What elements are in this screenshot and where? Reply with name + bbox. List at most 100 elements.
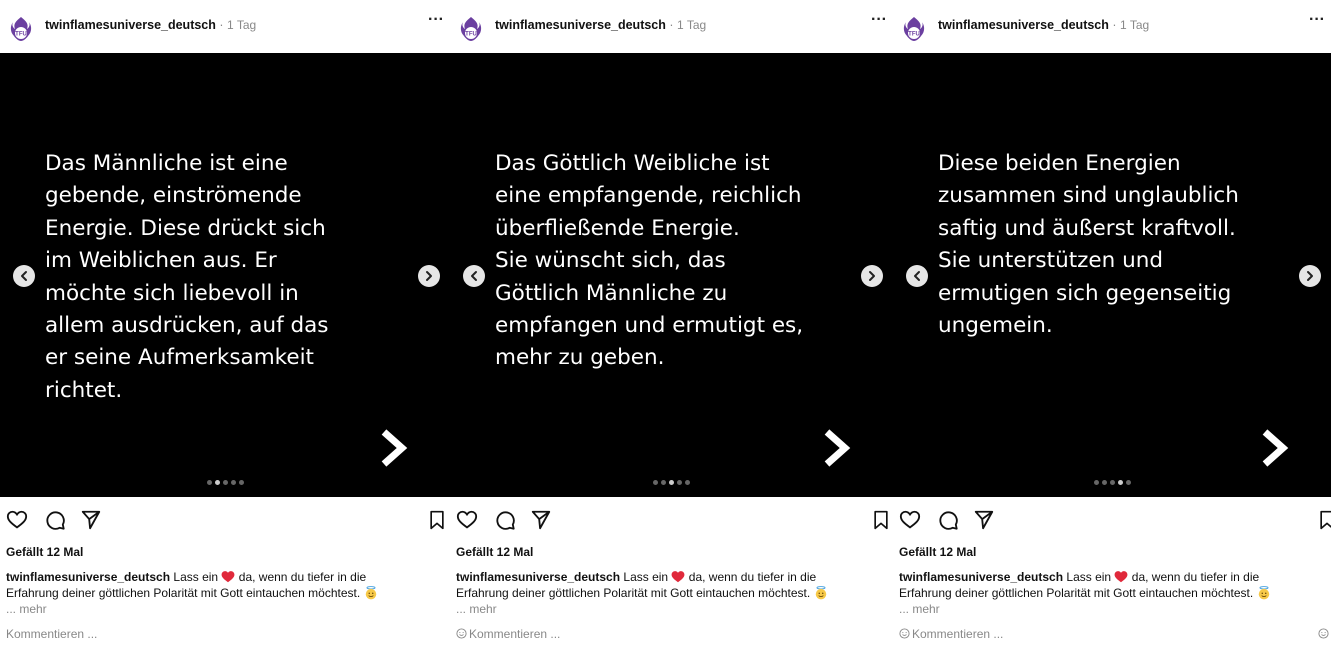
heart-outline-icon[interactable] — [6, 509, 28, 531]
avatar-icon[interactable]: TFU — [7, 15, 35, 43]
next-arrow-icon — [381, 429, 408, 467]
halo-smiley-icon — [365, 586, 376, 600]
action-bar — [450, 507, 893, 533]
next-arrow-icon — [824, 429, 851, 467]
comment-input[interactable]: Kommentieren ... — [456, 627, 560, 641]
carousel-dot — [1117, 480, 1123, 485]
svg-text:TFU: TFU — [465, 32, 477, 38]
heart-outline-icon[interactable] — [899, 509, 921, 531]
slide-text: Das Männliche ist eine gebende, einström… — [45, 151, 329, 403]
caption: twinflamesuniverse_deutsch Lass ein da, … — [6, 569, 416, 617]
separator: · — [219, 18, 224, 32]
bookmark-icon[interactable] — [1317, 509, 1331, 531]
separator: · — [669, 18, 674, 32]
smiley-icon[interactable] — [456, 628, 467, 639]
comment-placeholder: Kommentieren ... — [469, 627, 561, 641]
carousel-dot — [653, 480, 658, 485]
carousel-dots — [450, 480, 893, 485]
carousel-dot — [230, 480, 236, 485]
more-options-icon[interactable]: ··· — [428, 12, 444, 28]
chevron-right-icon[interactable] — [861, 265, 883, 287]
caption-username[interactable]: twinflamesuniverse_deutsch — [456, 570, 620, 584]
comment-placeholder: Kommentieren ... — [912, 627, 1004, 641]
post-2: TFU twinflamesuniverse_deutsch · 1 Tag ···… — [450, 0, 893, 648]
smiley-icon[interactable] — [899, 628, 910, 639]
bookmark-icon[interactable] — [427, 509, 447, 531]
carousel-dot — [1093, 480, 1099, 485]
chevron-right-icon[interactable] — [418, 265, 440, 287]
carousel-dot — [1125, 480, 1131, 485]
username-link[interactable]: twinflamesuniverse_deutsch — [938, 18, 1109, 32]
halo-smiley-icon — [815, 586, 826, 600]
carousel-dot — [685, 480, 690, 485]
more-link[interactable]: ... mehr — [6, 602, 47, 616]
post-header: TFU twinflamesuniverse_deutsch · 1 Tag ··· — [0, 0, 450, 53]
feed-screenshot: TFU twinflamesuniverse_deutsch · 1 Tag ···… — [0, 0, 1331, 648]
action-bar — [0, 507, 450, 533]
slide-text: Diese beiden Energien zusammen sind ungl… — [938, 151, 1239, 339]
halo-smiley-icon — [1258, 586, 1269, 600]
carousel-dot — [669, 480, 674, 485]
chevron-left-icon[interactable] — [906, 265, 928, 287]
carousel-dot — [206, 480, 212, 485]
bookmark-icon[interactable] — [871, 509, 891, 531]
post-username-line: twinflamesuniverse_deutsch · 1 Tag — [495, 18, 706, 32]
carousel-dot — [1101, 480, 1107, 485]
comment-input[interactable]: Kommentieren ... — [6, 627, 97, 641]
heart-emoji-icon — [1115, 571, 1128, 583]
username-link[interactable]: twinflamesuniverse_deutsch — [495, 18, 666, 32]
more-link[interactable]: ... mehr — [456, 602, 497, 616]
comment-icon[interactable] — [494, 509, 516, 531]
post-username-line: twinflamesuniverse_deutsch · 1 Tag — [938, 18, 1149, 32]
likes-count[interactable]: Gefällt 12 Mal — [6, 545, 83, 559]
separator: · — [1112, 18, 1117, 32]
carousel-dots — [0, 480, 450, 485]
post-3: TFU twinflamesuniverse_deutsch · 1 Tag ···… — [893, 0, 1331, 648]
carousel-dot — [238, 480, 244, 485]
caption-text-start: Lass ein — [1063, 570, 1115, 584]
caption-text-start: Lass ein — [620, 570, 672, 584]
carousel-dot — [222, 480, 228, 485]
carousel-slide: Das Männliche ist eine gebende, einström… — [0, 53, 450, 497]
chevron-left-icon[interactable] — [463, 265, 485, 287]
next-arrow-icon — [1262, 429, 1289, 467]
caption-username[interactable]: twinflamesuniverse_deutsch — [6, 570, 170, 584]
paper-plane-icon[interactable] — [530, 509, 552, 531]
svg-text:TFU: TFU — [908, 32, 920, 38]
heart-emoji-icon — [672, 571, 685, 583]
caption-text-start: Lass ein — [170, 570, 222, 584]
avatar-icon[interactable]: TFU — [900, 15, 928, 43]
chevron-right-icon[interactable] — [1299, 265, 1321, 287]
comment-input[interactable]: Kommentieren ... — [899, 627, 1003, 641]
svg-text:TFU: TFU — [15, 32, 27, 38]
post-header: TFU twinflamesuniverse_deutsch · 1 Tag ··· — [893, 0, 1331, 53]
carousel-dot — [214, 480, 220, 485]
action-bar — [893, 507, 1331, 533]
avatar-icon[interactable]: TFU — [457, 15, 485, 43]
more-options-icon[interactable]: ··· — [871, 12, 887, 28]
caption-username[interactable]: twinflamesuniverse_deutsch — [899, 570, 1063, 584]
likes-count[interactable]: Gefällt 12 Mal — [899, 545, 976, 559]
chevron-left-icon[interactable] — [13, 265, 35, 287]
smiley-icon[interactable] — [1318, 628, 1329, 639]
post-time: 1 Tag — [1120, 18, 1150, 32]
carousel-slide: Diese beiden Energien zusammen sind ungl… — [893, 53, 1331, 497]
paper-plane-icon[interactable] — [973, 509, 995, 531]
caption: twinflamesuniverse_deutsch Lass ein da, … — [899, 569, 1309, 617]
more-link[interactable]: ... mehr — [899, 602, 940, 616]
likes-count[interactable]: Gefällt 12 Mal — [456, 545, 533, 559]
carousel-slide: Das Göttlich Weibliche ist eine empfange… — [450, 53, 893, 497]
slide-text: Das Göttlich Weibliche ist eine empfange… — [495, 151, 804, 371]
username-link[interactable]: twinflamesuniverse_deutsch — [45, 18, 216, 32]
comment-icon[interactable] — [937, 509, 959, 531]
post-time: 1 Tag — [677, 18, 707, 32]
caption: twinflamesuniverse_deutsch Lass ein da, … — [456, 569, 866, 617]
heart-outline-icon[interactable] — [456, 509, 478, 531]
paper-plane-icon[interactable] — [80, 509, 102, 531]
carousel-dot — [661, 480, 666, 485]
comment-icon[interactable] — [44, 509, 66, 531]
heart-emoji-icon — [222, 571, 235, 583]
more-options-icon[interactable]: ··· — [1309, 12, 1325, 28]
post-time: 1 Tag — [227, 18, 257, 32]
comment-placeholder: Kommentieren ... — [6, 627, 98, 641]
